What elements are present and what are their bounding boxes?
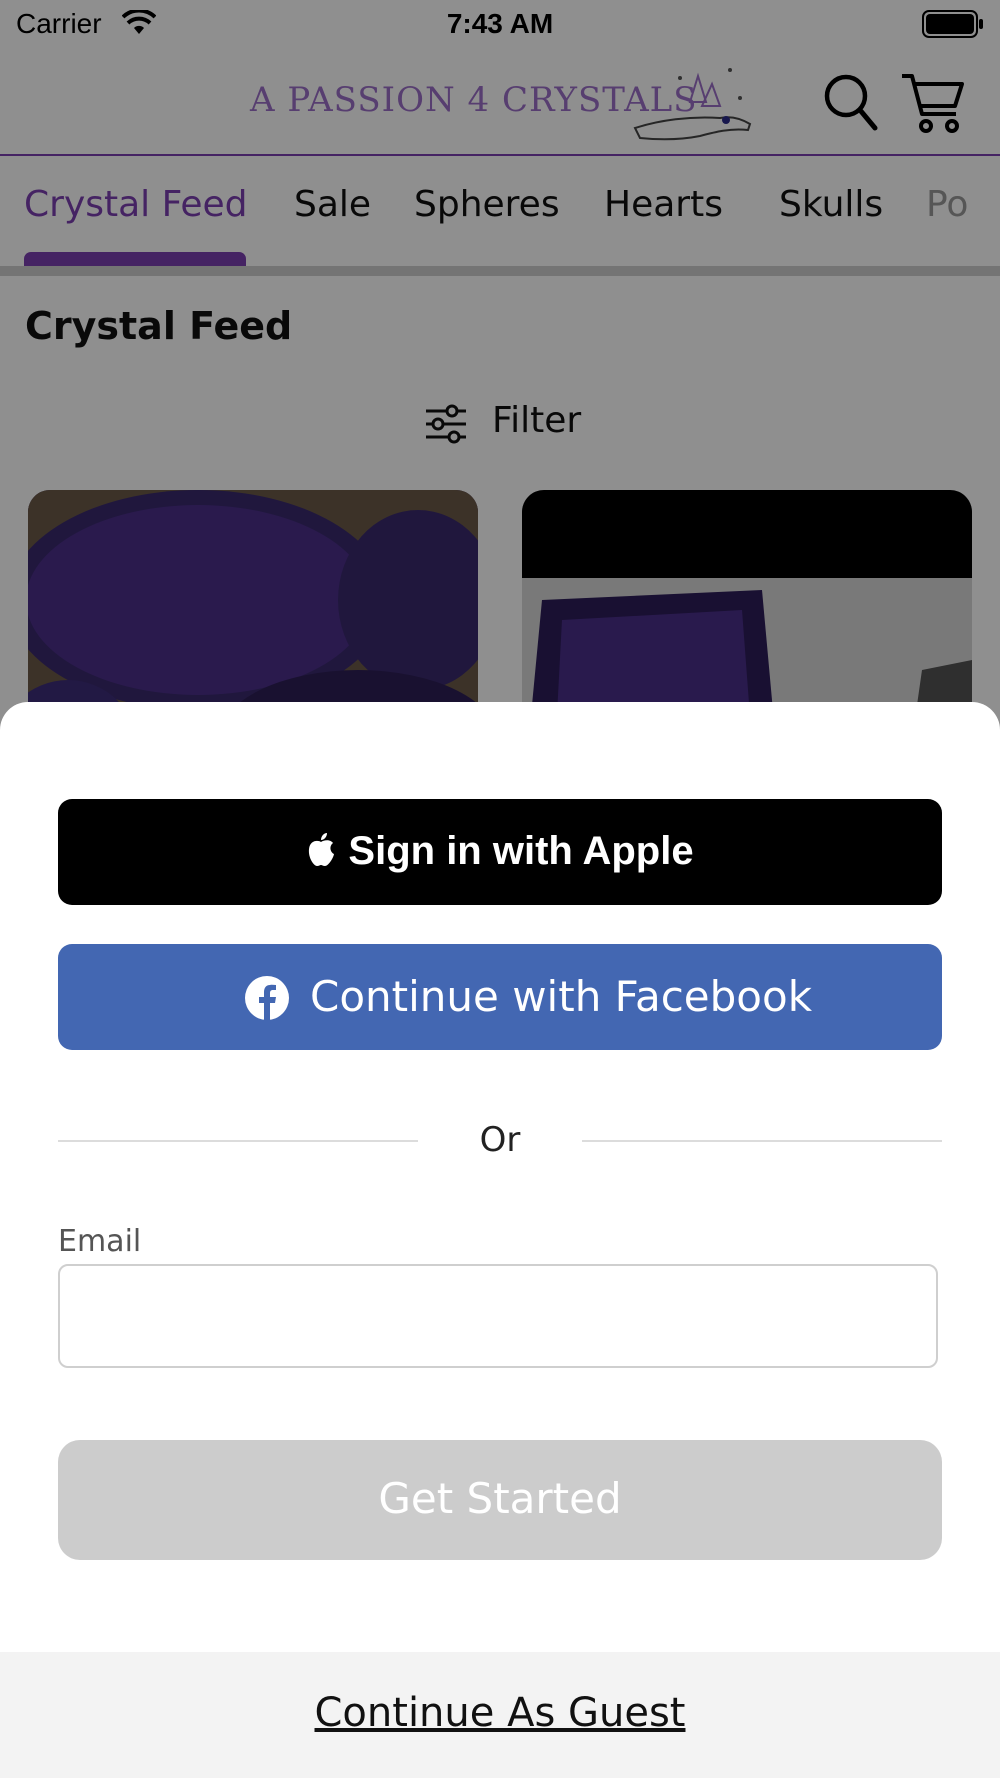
sign-in-sheet: Sign in with Apple Continue with Faceboo… [0, 702, 1000, 1778]
facebook-button-label: Continue with Facebook [310, 972, 813, 1021]
apple-icon [306, 832, 336, 878]
continue-with-facebook-button[interactable]: Continue with Facebook [58, 944, 942, 1050]
guest-bar: Continue As Guest [0, 1652, 1000, 1778]
sign-in-with-apple-button[interactable]: Sign in with Apple [58, 799, 942, 905]
get-started-button[interactable]: Get Started [58, 1440, 942, 1560]
apple-button-label: Sign in with Apple [348, 829, 694, 873]
email-label: Email [58, 1224, 142, 1259]
divider-right [582, 1140, 942, 1142]
get-started-label: Get Started [378, 1474, 622, 1523]
facebook-icon [244, 975, 290, 1025]
continue-as-guest-link[interactable]: Continue As Guest [0, 1690, 1000, 1736]
email-field[interactable] [58, 1264, 938, 1368]
